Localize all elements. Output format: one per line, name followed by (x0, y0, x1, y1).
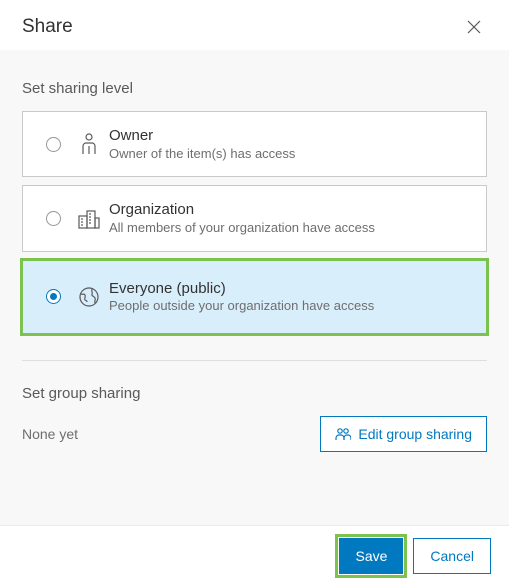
close-button[interactable] (461, 14, 487, 40)
globe-icon (69, 286, 109, 308)
sharing-option-organization[interactable]: Organization All members of your organiz… (22, 185, 487, 251)
option-title: Everyone (public) (109, 279, 472, 299)
dialog-body: Set sharing level Owner Owner of the ite… (0, 50, 509, 525)
dialog-footer: Save Cancel (0, 525, 509, 586)
dialog-header: Share (0, 0, 509, 50)
dialog-title: Share (22, 16, 73, 38)
save-button[interactable]: Save (339, 538, 403, 574)
option-description: People outside your organization have ac… (109, 298, 472, 315)
option-description: All members of your organization have ac… (109, 220, 472, 237)
radio-owner[interactable] (37, 137, 69, 152)
edit-group-sharing-button[interactable]: Edit group sharing (320, 416, 487, 452)
option-description: Owner of the item(s) has access (109, 146, 472, 163)
sharing-option-everyone[interactable]: Everyone (public) People outside your or… (22, 260, 487, 334)
edit-group-sharing-label: Edit group sharing (358, 426, 472, 442)
sharing-option-text: Owner Owner of the item(s) has access (109, 126, 472, 162)
sharing-option-text: Everyone (public) People outside your or… (109, 279, 472, 315)
sharing-option-text: Organization All members of your organiz… (109, 200, 472, 236)
radio-everyone[interactable] (37, 289, 69, 304)
group-icon (335, 427, 351, 441)
organization-icon (69, 208, 109, 230)
sharing-option-owner[interactable]: Owner Owner of the item(s) has access (22, 111, 487, 177)
cancel-button[interactable]: Cancel (413, 538, 491, 574)
option-title: Organization (109, 200, 472, 220)
group-sharing-status: None yet (22, 426, 78, 442)
owner-icon (69, 132, 109, 156)
close-icon (465, 18, 483, 36)
group-sharing-title: Set group sharing (22, 385, 487, 402)
section-divider (22, 360, 487, 361)
group-sharing-row: None yet Edit group sharing (22, 416, 487, 452)
option-title: Owner (109, 126, 472, 146)
radio-organization[interactable] (37, 211, 69, 226)
share-dialog: Share Set sharing level (0, 0, 509, 586)
sharing-level-title: Set sharing level (22, 80, 487, 97)
